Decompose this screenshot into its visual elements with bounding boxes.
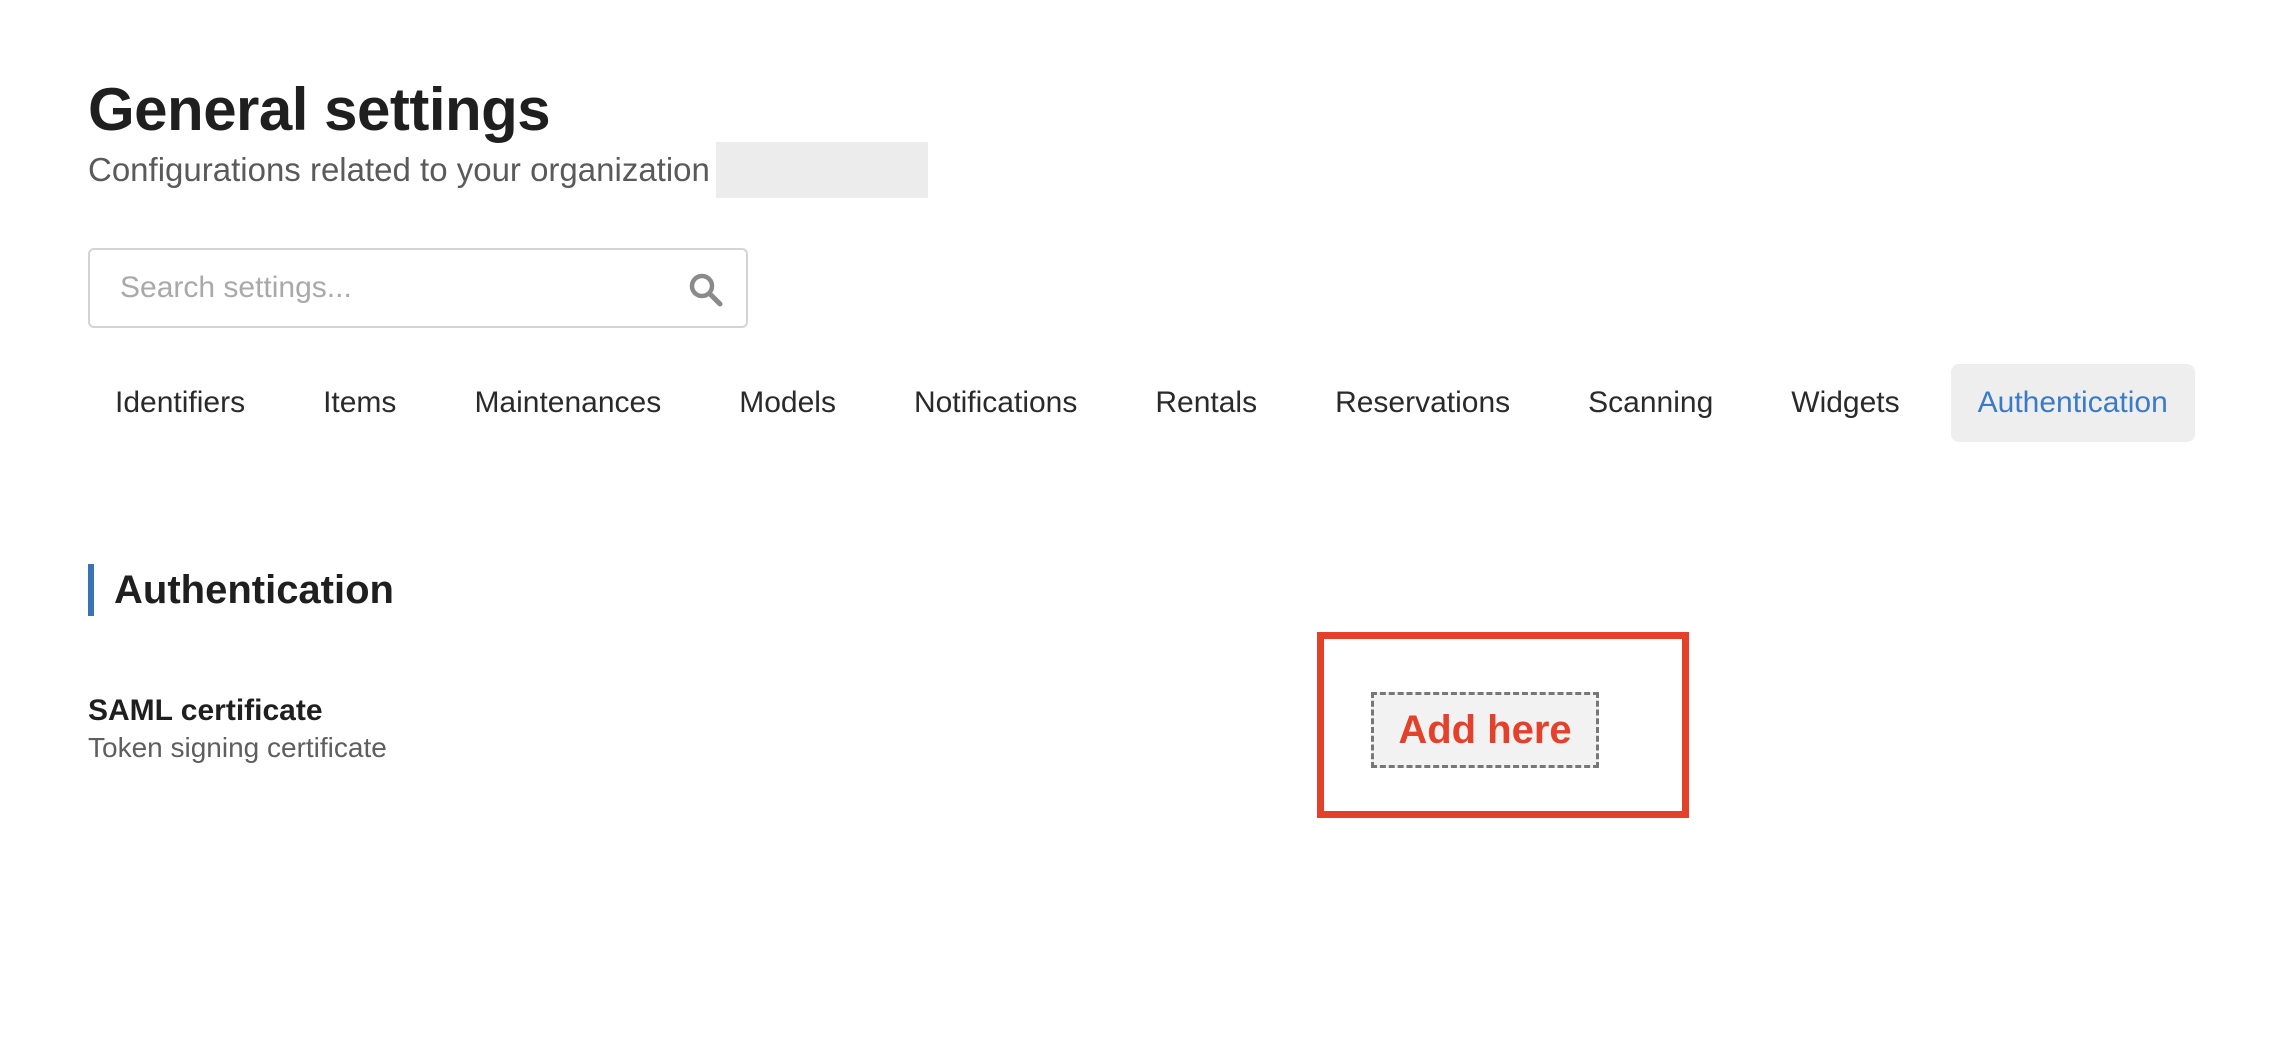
organization-name-redacted [715,142,928,198]
search-box [88,248,748,328]
saml-certificate-label: SAML certificate [88,694,323,727]
settings-tabs: Identifiers Items Maintenances Models No… [88,364,2195,442]
tab-widgets[interactable]: Widgets [1764,364,1926,442]
tab-reservations[interactable]: Reservations [1308,364,1537,442]
tab-items[interactable]: Items [296,364,423,442]
search-icon[interactable] [688,272,724,308]
tab-identifiers[interactable]: Identifiers [88,364,272,442]
tab-models[interactable]: Models [712,364,863,442]
page-subtitle: Configurations related to your organizat… [88,151,710,188]
tab-authentication[interactable]: Authentication [1950,364,2195,442]
section-heading-authentication: Authentication [88,564,394,616]
general-settings-page: General settings Configurations related … [0,0,2272,1058]
add-certificate-button[interactable]: Add here [1371,692,1599,768]
page-title: General settings [88,76,551,143]
tab-notifications[interactable]: Notifications [887,364,1104,442]
page-subtitle-row: Configurations related to your organizat… [88,142,928,198]
tab-scanning[interactable]: Scanning [1561,364,1740,442]
tab-maintenances[interactable]: Maintenances [447,364,688,442]
tab-rentals[interactable]: Rentals [1128,364,1284,442]
saml-certificate-description: Token signing certificate [88,732,387,763]
search-input[interactable] [90,250,746,326]
